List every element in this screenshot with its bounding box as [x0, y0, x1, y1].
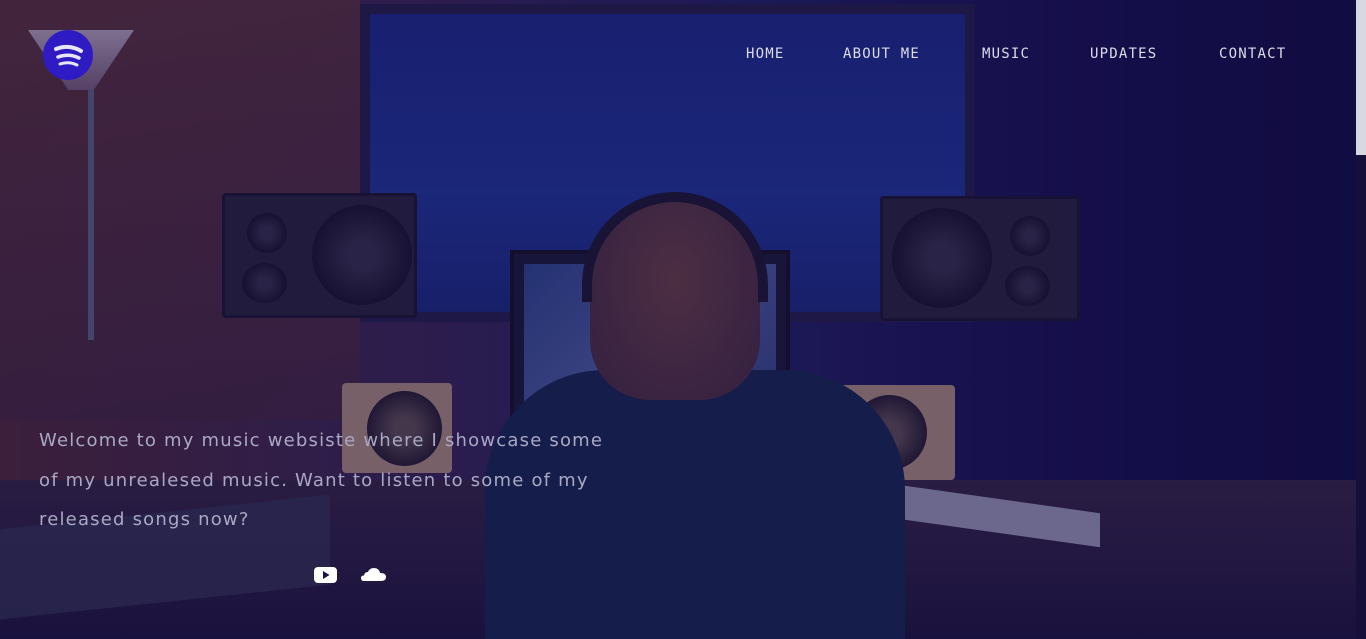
spotify-logo-icon[interactable]	[43, 30, 93, 80]
soundcloud-icon[interactable]	[361, 566, 386, 588]
nav-about-me[interactable]: ABOUT ME	[843, 46, 920, 62]
nav-contact[interactable]: CONTACT	[1219, 46, 1286, 62]
intro-text: Welcome to my music websiste where I sho…	[39, 421, 629, 540]
hero-background	[0, 0, 1356, 639]
scrollbar-thumb[interactable]	[1356, 155, 1366, 639]
intro-line-3: released songs now?	[39, 509, 250, 530]
color-overlay	[0, 0, 1356, 639]
intro-line-2: of my unrealesed music. Want to listen t…	[39, 469, 589, 491]
intro-line-1: Welcome to my music websiste where I sho…	[39, 430, 604, 451]
nav-music[interactable]: MUSIC	[982, 46, 1030, 62]
nav-updates[interactable]: UPDATES	[1090, 46, 1157, 62]
nav-home[interactable]: HOME	[746, 46, 785, 62]
youtube-icon[interactable]	[314, 566, 337, 588]
